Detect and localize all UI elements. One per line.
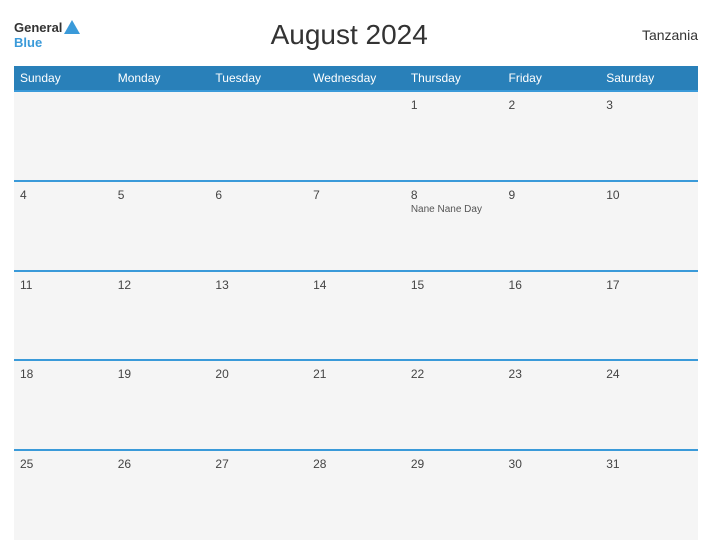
day-number: 25 [20, 457, 106, 471]
logo: General Blue [14, 20, 80, 50]
calendar-title: August 2024 [80, 19, 618, 51]
day-number: 15 [411, 278, 497, 292]
day-number: 29 [411, 457, 497, 471]
calendar-week-row: 18 19 20 21 22 23 24 [14, 360, 698, 450]
calendar-cell: 4 [14, 181, 112, 271]
calendar-week-row: 45678 Nane Nane Day 9 10 [14, 181, 698, 271]
calendar-cell: 19 [112, 360, 210, 450]
calendar-cell: 18 [14, 360, 112, 450]
day-number: 2 [509, 98, 595, 112]
calendar-cell [14, 91, 112, 181]
day-number: 5 [118, 188, 204, 202]
day-number: 31 [606, 457, 692, 471]
day-number: 17 [606, 278, 692, 292]
calendar-cell: 6 [209, 181, 307, 271]
calendar-cell: 7 [307, 181, 405, 271]
day-number: 22 [411, 367, 497, 381]
calendar-cell: 23 [503, 360, 601, 450]
calendar-week-row: 25 26 27 28 29 30 31 [14, 450, 698, 540]
day-number: 1 [411, 98, 497, 112]
calendar-cell: 28 [307, 450, 405, 540]
day-number: 14 [313, 278, 399, 292]
calendar-cell: 20 [209, 360, 307, 450]
header-thursday: Thursday [405, 66, 503, 91]
calendar-cell: 3 [600, 91, 698, 181]
logo-triangle-icon [64, 20, 80, 34]
day-number: 13 [215, 278, 301, 292]
day-number: 11 [20, 278, 106, 292]
calendar-cell: 12 [112, 271, 210, 361]
day-number: 26 [118, 457, 204, 471]
calendar-cell: 21 [307, 360, 405, 450]
day-number: 18 [20, 367, 106, 381]
calendar-cell: 27 [209, 450, 307, 540]
day-number: 4 [20, 188, 106, 202]
calendar-cell: 13 [209, 271, 307, 361]
calendar-cell: 9 [503, 181, 601, 271]
holiday-label: Nane Nane Day [411, 204, 497, 215]
calendar-cell [307, 91, 405, 181]
calendar-cell: 22 [405, 360, 503, 450]
calendar-cell: 10 [600, 181, 698, 271]
calendar-cell: 15 [405, 271, 503, 361]
logo-general-text: General [14, 20, 62, 35]
calendar-cell: 24 [600, 360, 698, 450]
calendar-table: Sunday Monday Tuesday Wednesday Thursday… [14, 66, 698, 540]
weekday-header-row: Sunday Monday Tuesday Wednesday Thursday… [14, 66, 698, 91]
calendar-cell: 2 [503, 91, 601, 181]
calendar-cell: 31 [600, 450, 698, 540]
day-number: 12 [118, 278, 204, 292]
calendar-cell: 29 [405, 450, 503, 540]
day-number: 9 [509, 188, 595, 202]
header-friday: Friday [503, 66, 601, 91]
calendar-cell: 30 [503, 450, 601, 540]
country-label: Tanzania [618, 27, 698, 43]
calendar-cell: 14 [307, 271, 405, 361]
calendar-cell: 5 [112, 181, 210, 271]
calendar-cell [209, 91, 307, 181]
calendar-cell: 16 [503, 271, 601, 361]
day-number: 28 [313, 457, 399, 471]
day-number: 8 [411, 188, 497, 202]
day-number: 7 [313, 188, 399, 202]
calendar-header: General Blue August 2024 Tanzania [14, 10, 698, 60]
calendar-cell: 1 [405, 91, 503, 181]
calendar-cell: 25 [14, 450, 112, 540]
calendar-cell: 8 Nane Nane Day [405, 181, 503, 271]
calendar-cell: 11 [14, 271, 112, 361]
header-sunday: Sunday [14, 66, 112, 91]
day-number: 19 [118, 367, 204, 381]
logo-general: General [14, 20, 80, 35]
logo-blue-text: Blue [14, 35, 42, 50]
day-number: 20 [215, 367, 301, 381]
day-number: 10 [606, 188, 692, 202]
day-number: 27 [215, 457, 301, 471]
calendar-page: General Blue August 2024 Tanzania Sunday… [0, 0, 712, 550]
day-number: 30 [509, 457, 595, 471]
calendar-week-row: 11 12 13 14 15 16 17 [14, 271, 698, 361]
day-number: 6 [215, 188, 301, 202]
day-number: 23 [509, 367, 595, 381]
day-number: 24 [606, 367, 692, 381]
header-saturday: Saturday [600, 66, 698, 91]
header-tuesday: Tuesday [209, 66, 307, 91]
day-number: 3 [606, 98, 692, 112]
header-wednesday: Wednesday [307, 66, 405, 91]
day-number: 16 [509, 278, 595, 292]
header-monday: Monday [112, 66, 210, 91]
calendar-cell: 26 [112, 450, 210, 540]
day-number: 21 [313, 367, 399, 381]
calendar-cell: 17 [600, 271, 698, 361]
calendar-cell [112, 91, 210, 181]
calendar-week-row: 123 [14, 91, 698, 181]
